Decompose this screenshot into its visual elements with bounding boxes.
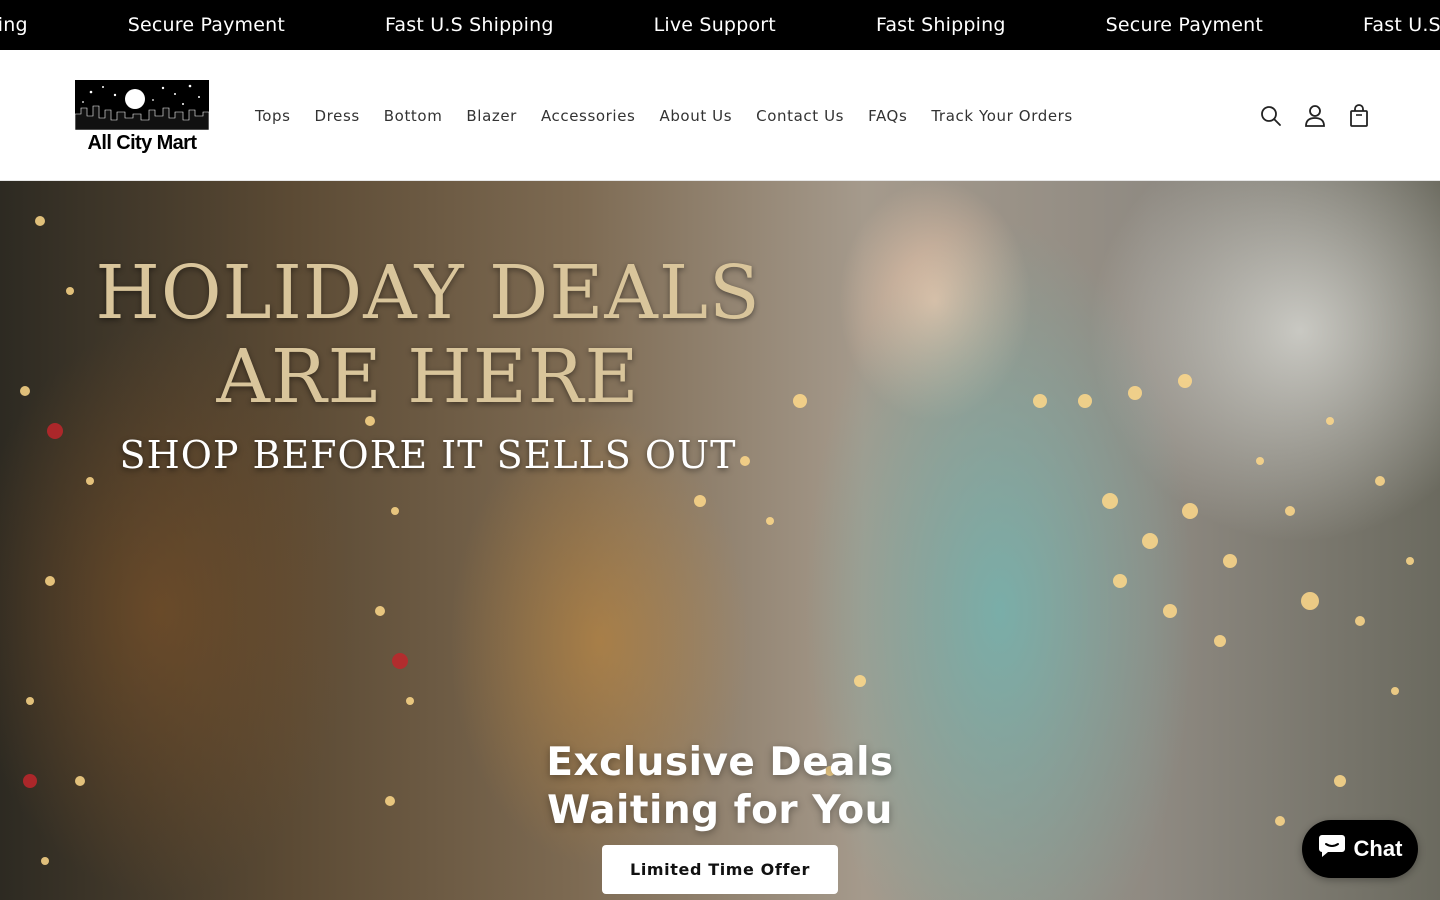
nav-item-blazer[interactable]: Blazer	[466, 107, 517, 125]
site-header: All City Mart Tops Dress Bottom Blazer A…	[0, 50, 1440, 181]
account-icon[interactable]	[1304, 104, 1326, 128]
announcement-bar: Fast Shipping Secure Payment Fast U.S Sh…	[0, 0, 1440, 50]
nav-item-accessories[interactable]: Accessories	[541, 107, 636, 125]
hero-subtitle: SHOP BEFORE IT SELLS OUT	[119, 433, 737, 477]
hero-title-line-1: HOLIDAY DEALS	[95, 250, 761, 336]
nav-item-bottom[interactable]: Bottom	[384, 107, 443, 125]
search-icon[interactable]	[1260, 104, 1282, 128]
announcement-item: Live Support	[653, 14, 776, 36]
nav-item-contact-us[interactable]: Contact Us	[756, 107, 844, 125]
brand-name: All City Mart	[87, 132, 197, 154]
chat-label: Chat	[1353, 836, 1403, 861]
main-nav: Tops Dress Bottom Blazer Accessories Abo…	[255, 50, 1097, 181]
announcement-item: Secure Payment	[1105, 14, 1263, 36]
hero-title-line-2: ARE HERE	[216, 334, 640, 420]
hero-title: HOLIDAY DEALS ARE HERE	[78, 251, 778, 419]
cart-icon[interactable]	[1348, 103, 1370, 128]
skyline-logo-icon	[75, 80, 209, 130]
brand-logo[interactable]: All City Mart	[75, 80, 209, 158]
announcement-track: Fast Shipping Secure Payment Fast U.S Sh…	[0, 0, 1440, 50]
nav-item-tops[interactable]: Tops	[255, 107, 291, 125]
hero-banner: HOLIDAY DEALS ARE HERE SHOP BEFORE IT SE…	[0, 181, 1440, 900]
hero-heading: Exclusive Deals Waiting for You	[460, 739, 980, 835]
limited-time-offer-button[interactable]: Limited Time Offer	[602, 845, 838, 894]
nav-item-faqs[interactable]: FAQs	[868, 107, 907, 125]
announcement-item: Secure Payment	[127, 14, 286, 36]
announcement-item: Fast Shipping	[875, 14, 1006, 36]
nav-item-dress[interactable]: Dress	[315, 107, 360, 125]
nav-item-about-us[interactable]: About Us	[659, 107, 732, 125]
chat-button[interactable]: Chat	[1302, 820, 1418, 878]
nav-item-track-orders[interactable]: Track Your Orders	[931, 107, 1072, 125]
announcement-item: Fast U.S Shipping	[385, 14, 554, 36]
hero-heading-line-1: Exclusive Deals	[546, 740, 894, 785]
header-actions	[1260, 50, 1370, 181]
hero-heading-line-2: Waiting for You	[547, 788, 893, 833]
announcement-item: Fast U.S Shipping	[1363, 14, 1440, 36]
chat-bubble-icon	[1318, 833, 1346, 865]
announcement-item: Fast Shipping	[0, 14, 28, 36]
